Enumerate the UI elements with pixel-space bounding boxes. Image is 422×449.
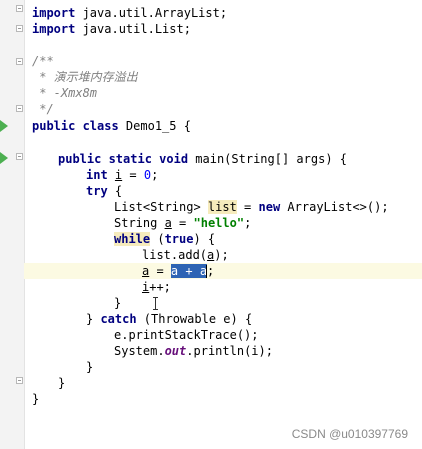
code-line: list.add(a); bbox=[142, 248, 229, 262]
selected-text: a + a bbox=[170, 264, 208, 278]
code-line: } catch (Throwable e) { bbox=[86, 312, 253, 326]
code-line: int i = 0; bbox=[86, 168, 159, 182]
code-line: } bbox=[86, 360, 94, 374]
run-method-icon[interactable] bbox=[0, 152, 8, 164]
code-line: } bbox=[114, 296, 122, 310]
fold-marker-icon[interactable] bbox=[16, 58, 23, 65]
code-line: while (true) { bbox=[114, 232, 216, 246]
code-line: } bbox=[58, 376, 66, 390]
text-cursor-icon bbox=[153, 297, 159, 310]
comment-line: /** bbox=[32, 54, 54, 68]
code-line: List<String> list = new ArrayList<>(); bbox=[114, 200, 389, 214]
comment-line: * -Xmx8m bbox=[32, 86, 98, 100]
code-line: i++; bbox=[142, 280, 171, 294]
code-line: System.out.println(i); bbox=[114, 344, 273, 358]
code-line: public class Demo1_5 { bbox=[32, 119, 191, 133]
code-line: String a = "hello"; bbox=[114, 216, 252, 230]
code-line: import java.util.List; bbox=[32, 22, 191, 36]
run-class-icon[interactable] bbox=[0, 120, 8, 132]
comment-line: * 演示堆内存溢出 bbox=[32, 70, 138, 84]
fold-marker-icon[interactable] bbox=[16, 153, 23, 160]
code-line: try { bbox=[86, 184, 123, 198]
code-line: } bbox=[32, 392, 40, 406]
fold-marker-icon[interactable] bbox=[16, 5, 23, 12]
watermark: CSDN @u010397769 bbox=[291, 427, 408, 441]
code-line: import java.util.ArrayList; bbox=[32, 6, 228, 20]
fold-marker-icon[interactable] bbox=[16, 105, 23, 112]
code-line: public static void main(String[] args) { bbox=[58, 152, 347, 166]
comment-line: */ bbox=[32, 102, 54, 116]
current-code-line: a = a + a; bbox=[24, 263, 422, 279]
code-line: e.printStackTrace(); bbox=[114, 328, 259, 342]
fold-marker-icon[interactable] bbox=[16, 377, 23, 384]
fold-marker-icon[interactable] bbox=[16, 25, 23, 32]
editor-gutter bbox=[0, 0, 25, 449]
